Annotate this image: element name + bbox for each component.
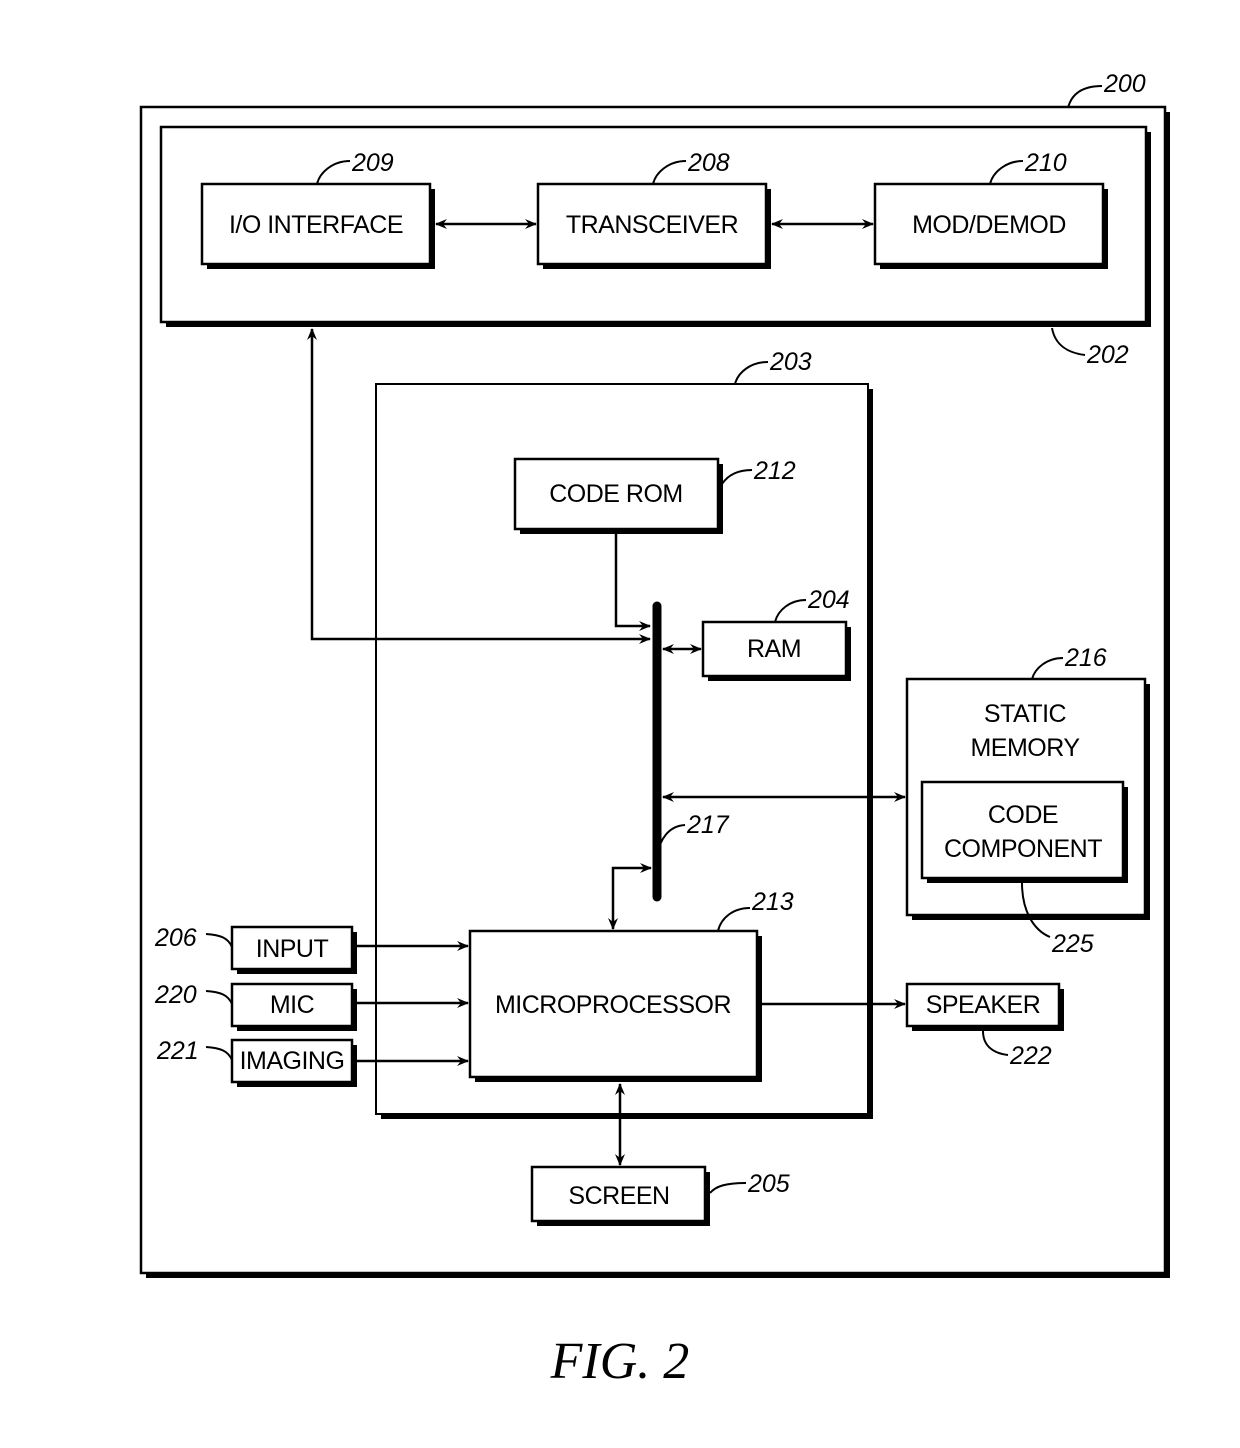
mod-demod-ref: 210 xyxy=(1024,149,1067,177)
speaker-label: SPEAKER xyxy=(926,991,1041,1019)
mod-demod-box: MOD/DEMOD xyxy=(873,182,1108,269)
io-interface-box: I/O INTERFACE xyxy=(200,182,435,269)
static-memory-label-line1: STATIC xyxy=(984,700,1067,728)
code-component-ref: 225 xyxy=(1051,930,1094,958)
imaging-label: IMAGING xyxy=(240,1047,345,1075)
input-ref: 206 xyxy=(154,924,197,952)
io-interface-ref: 209 xyxy=(351,149,394,177)
bus-ref: 217 xyxy=(686,811,730,839)
processing-unit-ref: 203 xyxy=(769,348,812,376)
imaging-box: IMAGING xyxy=(230,1038,357,1087)
io-interface-label: I/O INTERFACE xyxy=(229,211,403,239)
ram-label: RAM xyxy=(747,635,801,663)
block-diagram: 200 202 I/O INTERFACE 209 TRANSCEIVER 20… xyxy=(139,70,1170,1390)
screen-label: SCREEN xyxy=(568,1182,669,1210)
comm-unit-ref: 202 xyxy=(1086,341,1129,369)
transceiver-box: TRANSCEIVER xyxy=(536,182,771,269)
figure-caption: FIG. 2 xyxy=(550,1333,690,1390)
microprocessor-box: MICROPROCESSOR xyxy=(468,929,762,1082)
code-rom-label: CODE ROM xyxy=(549,480,683,508)
device-leader xyxy=(1067,85,1103,109)
static-memory-ref: 216 xyxy=(1064,644,1107,672)
mic-box: MIC xyxy=(230,982,357,1031)
imaging-ref: 221 xyxy=(156,1037,199,1065)
code-component-label-line2: COMPONENT xyxy=(944,835,1102,863)
speaker-box: SPEAKER xyxy=(905,982,1064,1031)
code-rom-ref: 212 xyxy=(753,457,796,485)
input-box: INPUT xyxy=(230,925,357,974)
transceiver-ref: 208 xyxy=(687,149,730,177)
speaker-ref: 222 xyxy=(1009,1042,1052,1070)
input-label: INPUT xyxy=(256,935,329,963)
ram-ref: 204 xyxy=(807,586,850,614)
ram-box: RAM xyxy=(701,620,851,681)
transceiver-label: TRANSCEIVER xyxy=(566,211,738,239)
mic-label: MIC xyxy=(270,991,315,1019)
mic-ref: 220 xyxy=(154,981,197,1009)
microprocessor-label: MICROPROCESSOR xyxy=(495,991,731,1019)
microprocessor-ref: 213 xyxy=(751,888,794,916)
screen-ref: 205 xyxy=(747,1170,790,1198)
screen-box: SCREEN xyxy=(530,1165,710,1226)
mod-demod-label: MOD/DEMOD xyxy=(912,211,1066,239)
code-component-label-line1: CODE xyxy=(988,801,1058,829)
code-component-box: CODE COMPONENT xyxy=(920,780,1128,883)
code-rom-box: CODE ROM xyxy=(513,457,723,534)
static-memory-label-line2: MEMORY xyxy=(970,734,1080,762)
device-ref: 200 xyxy=(1103,70,1146,98)
